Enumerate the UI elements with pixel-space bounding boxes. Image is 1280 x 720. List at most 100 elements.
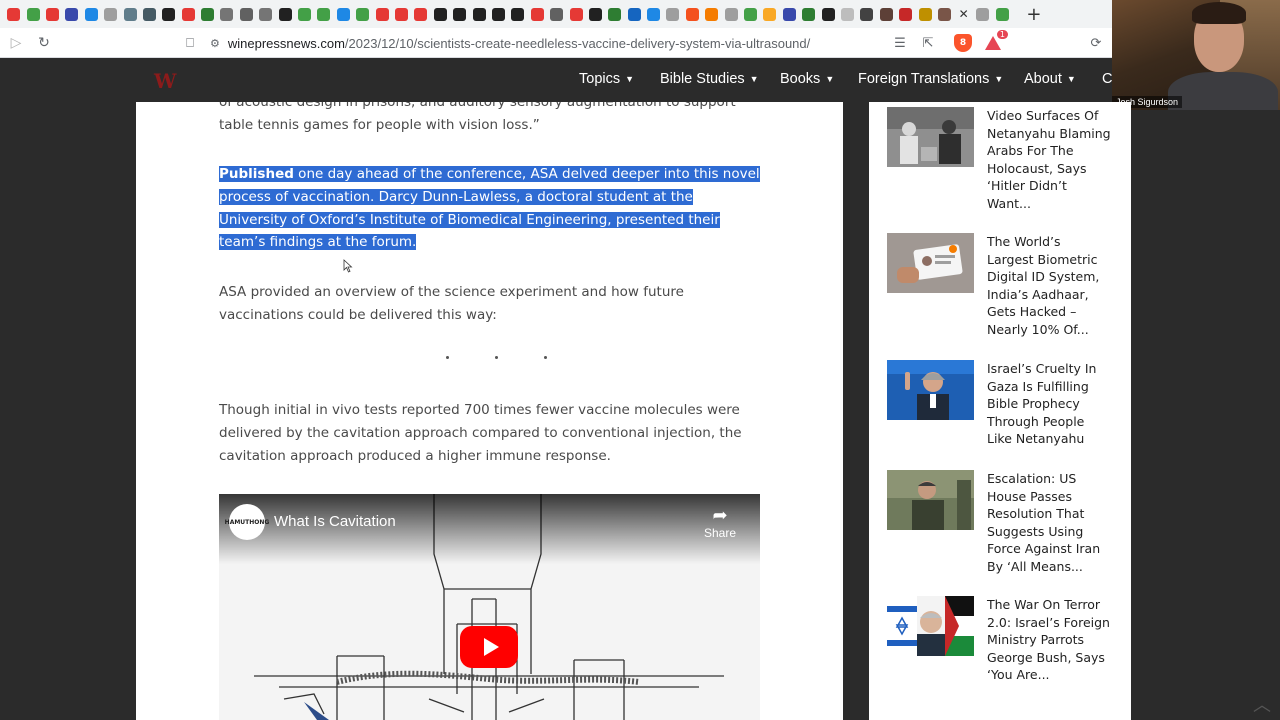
- post-thumbnail-image[interactable]: [887, 360, 974, 420]
- browser-tab-favicon-icon[interactable]: [411, 0, 430, 28]
- browser-tab-favicon-icon[interactable]: [915, 0, 934, 28]
- browser-tab-favicon-icon[interactable]: [120, 0, 139, 28]
- browser-tab-favicon-icon[interactable]: [818, 0, 837, 28]
- address-bar[interactable]: ⚙ winepressnews.com/2023/12/10/scientist…: [210, 32, 810, 54]
- site-settings-icon[interactable]: ⚙: [210, 37, 220, 50]
- browser-tab-favicon-icon[interactable]: [547, 0, 566, 28]
- browser-tab-favicon-icon[interactable]: [683, 0, 702, 28]
- browser-tab-favicon-icon[interactable]: [198, 0, 217, 28]
- video-play-button[interactable]: [460, 626, 518, 668]
- video-title[interactable]: What Is Cavitation: [274, 513, 396, 530]
- browser-tab-favicon-icon[interactable]: [896, 0, 915, 28]
- browser-tab-favicon-icon[interactable]: [159, 0, 178, 28]
- nav-item-label: Foreign Translations: [858, 71, 990, 87]
- reload-icon[interactable]: ↻: [30, 29, 58, 57]
- share-arrow-icon: ➦: [712, 505, 728, 525]
- article-paragraph: of acoustic design in prisons, and audit…: [219, 102, 736, 133]
- youtube-embed[interactable]: HAMUTHONG What Is Cavitation ➦ Share: [219, 494, 760, 720]
- new-tab-plus-icon[interactable]: +: [1020, 0, 1048, 28]
- browser-tab-favicon-icon[interactable]: [644, 0, 663, 28]
- browser-tab-favicon-icon[interactable]: [489, 0, 508, 28]
- embed-loading-dots: [436, 352, 556, 362]
- browser-tab-favicon-icon[interactable]: [237, 0, 256, 28]
- browser-tab-favicon-icon[interactable]: [528, 0, 547, 28]
- browser-tab-favicon-icon[interactable]: [993, 0, 1012, 28]
- browser-tab-favicon-icon[interactable]: [450, 0, 469, 28]
- browser-tab-favicon-icon[interactable]: [780, 0, 799, 28]
- browser-tab-favicon-icon[interactable]: [353, 0, 372, 28]
- browser-tab-favicon-icon[interactable]: [586, 0, 605, 28]
- browser-tab-favicon-icon[interactable]: [82, 0, 101, 28]
- forward-arrow-icon[interactable]: ▷: [2, 29, 30, 57]
- post-thumbnail-image[interactable]: [887, 596, 974, 656]
- browser-tab-favicon-icon[interactable]: [741, 0, 760, 28]
- brave-rewards-button[interactable]: 1: [982, 30, 1008, 56]
- browser-tab-favicon-icon[interactable]: [935, 0, 954, 28]
- browser-tab-favicon-icon[interactable]: [392, 0, 411, 28]
- sidebar-post-title[interactable]: Escalation: US House Passes Resolution T…: [987, 470, 1111, 575]
- browser-tab-favicon-icon[interactable]: [508, 0, 527, 28]
- share-page-icon[interactable]: ⇱: [918, 30, 938, 56]
- post-thumbnail-image[interactable]: [887, 233, 974, 293]
- nav-item-label: Bible Studies: [660, 71, 745, 87]
- post-thumbnail-image[interactable]: [887, 470, 974, 530]
- extensions-icon[interactable]: ⟳: [1086, 30, 1106, 56]
- browser-tab-favicon-icon[interactable]: [469, 0, 488, 28]
- chevron-down-icon: ▼: [994, 74, 1004, 84]
- browser-tab-favicon-icon[interactable]: [179, 0, 198, 28]
- nav-search-partial[interactable]: C: [1102, 71, 1112, 87]
- browser-tab-favicon-icon[interactable]: [799, 0, 818, 28]
- browser-tab-favicon-icon[interactable]: [217, 0, 236, 28]
- sidebar-post-title[interactable]: The World’s Largest Biometric Digital ID…: [987, 233, 1111, 338]
- browser-tab-favicon-icon[interactable]: [566, 0, 585, 28]
- site-logo[interactable]: W: [154, 69, 188, 93]
- browser-tab-favicon-icon[interactable]: [140, 0, 159, 28]
- browser-tab-favicon-icon[interactable]: [760, 0, 779, 28]
- chevron-down-icon: ▼: [825, 74, 835, 84]
- browser-tab-favicon-icon[interactable]: [43, 0, 62, 28]
- url-text[interactable]: winepressnews.com/2023/12/10/scientists-…: [228, 36, 810, 51]
- rewards-triangle-icon: 1: [984, 30, 1008, 52]
- browser-tab-favicon-icon[interactable]: [101, 0, 120, 28]
- browser-tab-favicon-icon[interactable]: [372, 0, 391, 28]
- browser-tab-favicon-icon[interactable]: [295, 0, 314, 28]
- browser-tab-favicon-icon[interactable]: [4, 0, 23, 28]
- channel-avatar[interactable]: HAMUTHONG: [225, 504, 269, 540]
- video-share-button[interactable]: ➦ Share: [697, 504, 743, 540]
- browser-tab-favicon-icon[interactable]: [625, 0, 644, 28]
- browser-tab-favicon-icon[interactable]: [431, 0, 450, 28]
- browser-tab-favicon-icon[interactable]: [877, 0, 896, 28]
- sidebar-post-title[interactable]: Israel’s Cruelty In Gaza Is Fulfilling B…: [987, 360, 1111, 448]
- sidebar-post-title[interactable]: Video Surfaces Of Netanyahu Blaming Arab…: [987, 107, 1111, 212]
- brave-shields-button[interactable]: 8: [952, 30, 974, 56]
- browser-tab-favicon-icon[interactable]: [663, 0, 682, 28]
- nav-item-about[interactable]: About ▼: [1024, 71, 1076, 87]
- bookmark-icon[interactable]: ⎕: [180, 30, 200, 56]
- browser-tab-favicon-icon[interactable]: [334, 0, 353, 28]
- nav-item-bible-studies[interactable]: Bible Studies ▼: [660, 71, 759, 87]
- nav-item-books[interactable]: Books ▼: [780, 71, 834, 87]
- webcam-person-shoulders: [1168, 72, 1278, 110]
- nav-item-label: Books: [780, 71, 821, 87]
- browser-tab-favicon-icon[interactable]: [838, 0, 857, 28]
- browser-tab-favicon-icon[interactable]: [62, 0, 81, 28]
- published-bold: Published: [219, 166, 294, 182]
- nav-item-foreign-translations[interactable]: Foreign Translations ▼: [858, 71, 1003, 87]
- tab-close-icon[interactable]: ✕: [954, 0, 973, 28]
- scroll-to-top-chevron-icon[interactable]: ︿: [1250, 692, 1274, 716]
- browser-tab-favicon-icon[interactable]: [702, 0, 721, 28]
- browser-tab-favicon-icon[interactable]: [857, 0, 876, 28]
- browser-tab-favicon-icon[interactable]: [605, 0, 624, 28]
- post-thumbnail-image[interactable]: [887, 107, 974, 167]
- browser-tab-favicon-icon[interactable]: [314, 0, 333, 28]
- rewards-badge: 1: [996, 30, 1008, 39]
- brave-shield-icon: 8: [954, 34, 972, 52]
- sidebar-post-title[interactable]: The War On Terror 2.0: Israel’s Foreign …: [987, 596, 1111, 684]
- browser-tab-favicon-icon[interactable]: [256, 0, 275, 28]
- browser-tab-favicon-icon[interactable]: [23, 0, 42, 28]
- browser-tab-favicon-icon[interactable]: [721, 0, 740, 28]
- nav-item-topics[interactable]: Topics ▼: [579, 71, 634, 87]
- browser-tab-favicon-icon[interactable]: [973, 0, 992, 28]
- reader-mode-icon[interactable]: ☰: [890, 30, 910, 56]
- browser-tab-favicon-icon[interactable]: [275, 0, 294, 28]
